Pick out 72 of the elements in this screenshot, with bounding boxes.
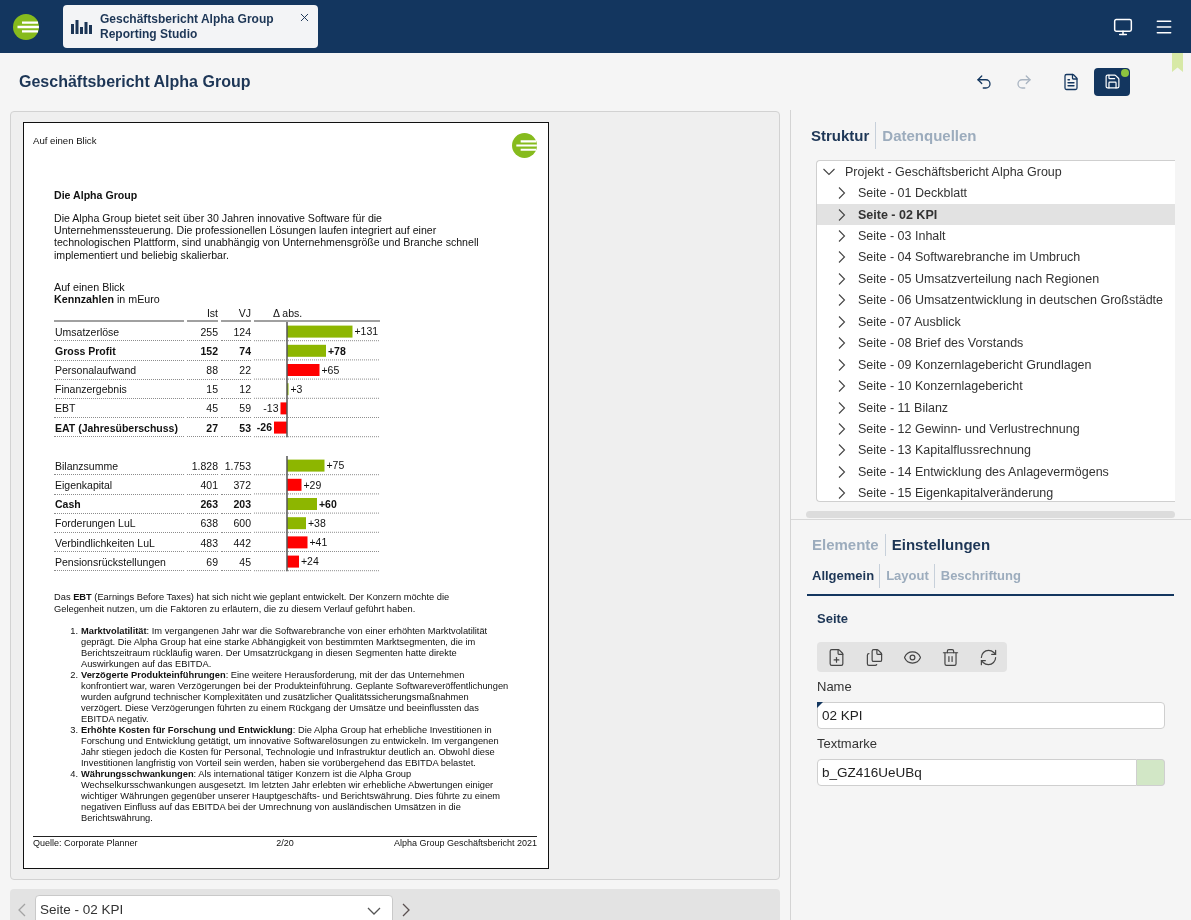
page-number: 2/20: [276, 838, 294, 849]
list-number: 4.: [69, 768, 78, 781]
footer-title: Alpha Group Geschäftsbericht 2021: [393, 838, 537, 849]
row-label: Verbindlichkeiten LuL: [54, 533, 184, 553]
list-number: 1.: [69, 625, 78, 638]
table-cell: 1.828: [187, 456, 218, 476]
list-item-text: Währungsschwankungen: Als international tätiger Konzern ist die Alpha Group Wechselkursschwankungen ausgesetzt. Im letzten Jahr erlebten wir erhebliche Abwertungen einiger wichtiger Währungen gegenüber unserer Hauptgeschäfts- und Berichtswährung. Dies führte zu einem negativen Einfluss auf das EBITDA bei der Umrechnung von ausländischen Umsätzen in die Berichtswährung.: [81, 768, 502, 824]
table-cell: 59: [221, 398, 251, 419]
table-cell: 15: [187, 379, 218, 399]
table-cell: 483: [187, 533, 218, 553]
value-label: +65: [321, 364, 340, 376]
table-cell: 255: [187, 322, 218, 342]
list-item-text: Erhöhte Kosten für Forschung und Entwicklung: Die Alpha Group hat erhebliche Investitionen in Forschung und Entwicklung getätigt, um innovative Softwarelösungen zu entwickeln. Im vergangenen Jahr stiegen jedoch die Kosten für Personal, Technologie und Infrastruktur deutlich an. Obwohl diese Investitionen langfristig von Vorteil sein werden, haben sie vorübergehend das EBITDA belastet.: [81, 724, 500, 769]
note-paragraph: Das EBT (Earnings Before Taxes) hat sich nicht wie geplant entwickelt. Der Konzern möchte die Gelegenheit nutzen, um die Faktoren zu erläutern, die zu diesem Verlauf geführt haben.: [54, 590, 451, 616]
table-cell: 88: [187, 360, 218, 380]
row-label: EBT: [54, 398, 184, 419]
row-label: Umsatzerlöse: [54, 322, 184, 342]
value-label: +131: [354, 326, 379, 338]
section-heading: Die Alpha Group: [54, 188, 139, 202]
list-number: 3.: [69, 724, 78, 737]
table-cell: 1.753: [221, 456, 251, 476]
table-cell: 372: [221, 475, 251, 495]
row-label: Forderungen LuL: [54, 513, 184, 533]
table-cell: 27: [187, 418, 218, 438]
column-header: VJ: [221, 305, 251, 323]
table-cell: 263: [187, 494, 218, 514]
table-cell: 22: [221, 360, 251, 380]
table-cell: 69: [187, 552, 218, 572]
value-label: +24: [301, 556, 319, 568]
list-number: 2.: [69, 669, 78, 682]
row-label: EAT (Jahresüberschuss): [54, 418, 184, 438]
list-item-text: Marktvolatilität: Im vergangenen Jahr war die Softwarebranche von einer erhöhten Marktvolatilität geprägt. Die Alpha Group hat eine starke Abhängigkeit von bestimmten Marktsegmenten, die im Berichtszeitraum rückläufig waren. Der Umsatzrückgang in diesen Segmenten hatte direkte Auswirkungen auf das EBITDA.: [81, 625, 489, 670]
table-cell: 45: [187, 398, 218, 419]
page-header-text: Auf einen Blick: [33, 135, 97, 146]
footer-source: Quelle: Corporate Planner: [33, 838, 138, 849]
value-label: -13: [263, 403, 279, 415]
row-label: Eigenkapital: [54, 475, 184, 495]
value-label: +60: [319, 499, 337, 511]
value-label: +3: [290, 384, 303, 396]
row-label: Gross Profit: [54, 341, 184, 361]
intro-paragraph: Die Alpha Group bietet seit über 30 Jahren innovative Software für die Unternehmenssteuerung. Die professionellen Lösungen laufen integriert auf einer technologischen Plattform, sind unabhängig von Unternehmensgröße und Branche schnell implementiert und beliebig skalierbar.: [54, 211, 480, 262]
table-cell: 45: [221, 552, 251, 572]
row-label: Cash: [54, 494, 184, 514]
table-cell: 442: [221, 533, 251, 553]
table-cell: 401: [187, 475, 218, 495]
table-cell: 600: [221, 513, 251, 533]
value-label: +41: [309, 537, 328, 549]
page-title: Geschäftsbericht Alpha Group: [19, 72, 252, 91]
table-cell: 12: [221, 379, 251, 399]
row-label: Personalaufwand: [54, 360, 184, 380]
value-label: +78: [328, 345, 346, 357]
value-label: +38: [308, 518, 326, 530]
table-cell: 203: [221, 494, 251, 514]
row-label: Pensionsrückstellungen: [54, 552, 184, 572]
row-label: Finanzergebnis: [54, 379, 184, 399]
value-label: +75: [326, 460, 345, 472]
row-label: Bilanzsumme: [54, 456, 184, 476]
table-caption: Auf einen Blick: [54, 281, 126, 294]
table-cell: 74: [221, 341, 251, 361]
column-header: Δ abs.: [254, 305, 380, 323]
table-cell: 53: [221, 418, 251, 438]
list-item-text: Verzögerte Produkteinführungen: Eine weitere Herausforderung, mit der das Unternehmen konfrontiert war, waren Verzögerungen bei der Produkteinführung. Geplante Softwareveröffentlichungen wurden aufgrund technischer Komplexitäten und zusätzlicher Qualitätssicherungsmaßnahmen verzögert. Diese Verzögerungen führten zu einem Rückgang der Umsätze und beeinflussten das EBITDA negativ.: [81, 669, 509, 725]
table-subtitle: Kennzahlen in mEuro: [54, 293, 161, 306]
section-title: Seite: [817, 611, 850, 626]
table-cell: 124: [221, 322, 251, 342]
value-label: +29: [303, 479, 322, 491]
table-cell: 152: [187, 341, 218, 361]
field-label: Name: [817, 680, 853, 694]
value-label: -26: [256, 422, 272, 434]
column-header: Ist: [187, 305, 218, 323]
table-cell: 638: [187, 513, 218, 533]
field-label: Textmarke: [817, 737, 878, 751]
